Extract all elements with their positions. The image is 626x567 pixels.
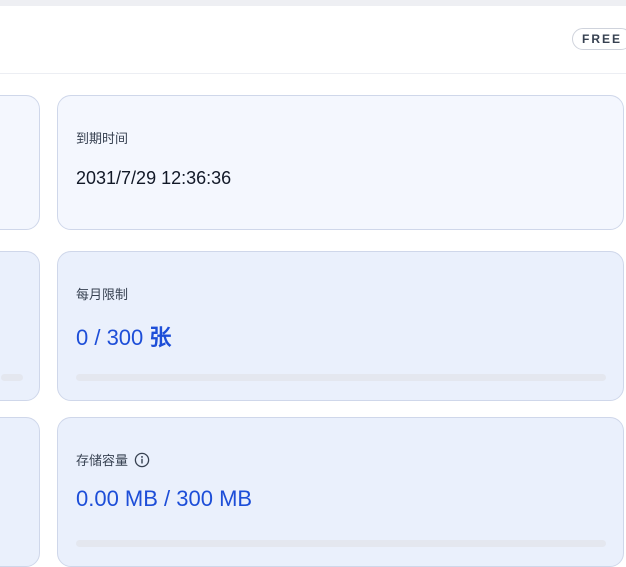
expiry-card: 到期时间 2031/7/29 12:36:36: [57, 95, 624, 230]
left-card-row1: [0, 95, 40, 230]
storage-label-row: 存储容量: [76, 450, 150, 469]
storage-progress: [76, 540, 606, 547]
monthly-limit-card: 每月限制 0 / 300 张: [57, 251, 624, 401]
header-bar: FREE: [0, 6, 626, 74]
monthly-limit-unit: 张: [149, 325, 172, 350]
left-card-progress: [1, 374, 23, 381]
storage-value: 0.00 MB / 300 MB: [76, 486, 253, 511]
plan-badge: FREE: [572, 28, 626, 50]
monthly-limit-value: 0 / 300 张: [76, 320, 171, 352]
left-card-row3: [0, 417, 40, 567]
expiry-value: 2031/7/29 12:36:36: [76, 168, 232, 188]
storage-card: 存储容量 0.00 MB / 300 MB: [57, 417, 624, 567]
monthly-limit-label: 每月限制: [76, 287, 129, 302]
left-card-row2: [0, 251, 40, 401]
monthly-limit-progress: [76, 374, 606, 381]
monthly-limit-count: 0 / 300: [76, 325, 144, 350]
expiry-label: 到期时间: [76, 131, 129, 146]
storage-label: 存储容量: [76, 453, 129, 468]
info-circle-icon[interactable]: [134, 452, 150, 468]
account-info-grid: 到期时间 2031/7/29 12:36:36 每月限制 0 / 300 张 存…: [0, 75, 626, 567]
